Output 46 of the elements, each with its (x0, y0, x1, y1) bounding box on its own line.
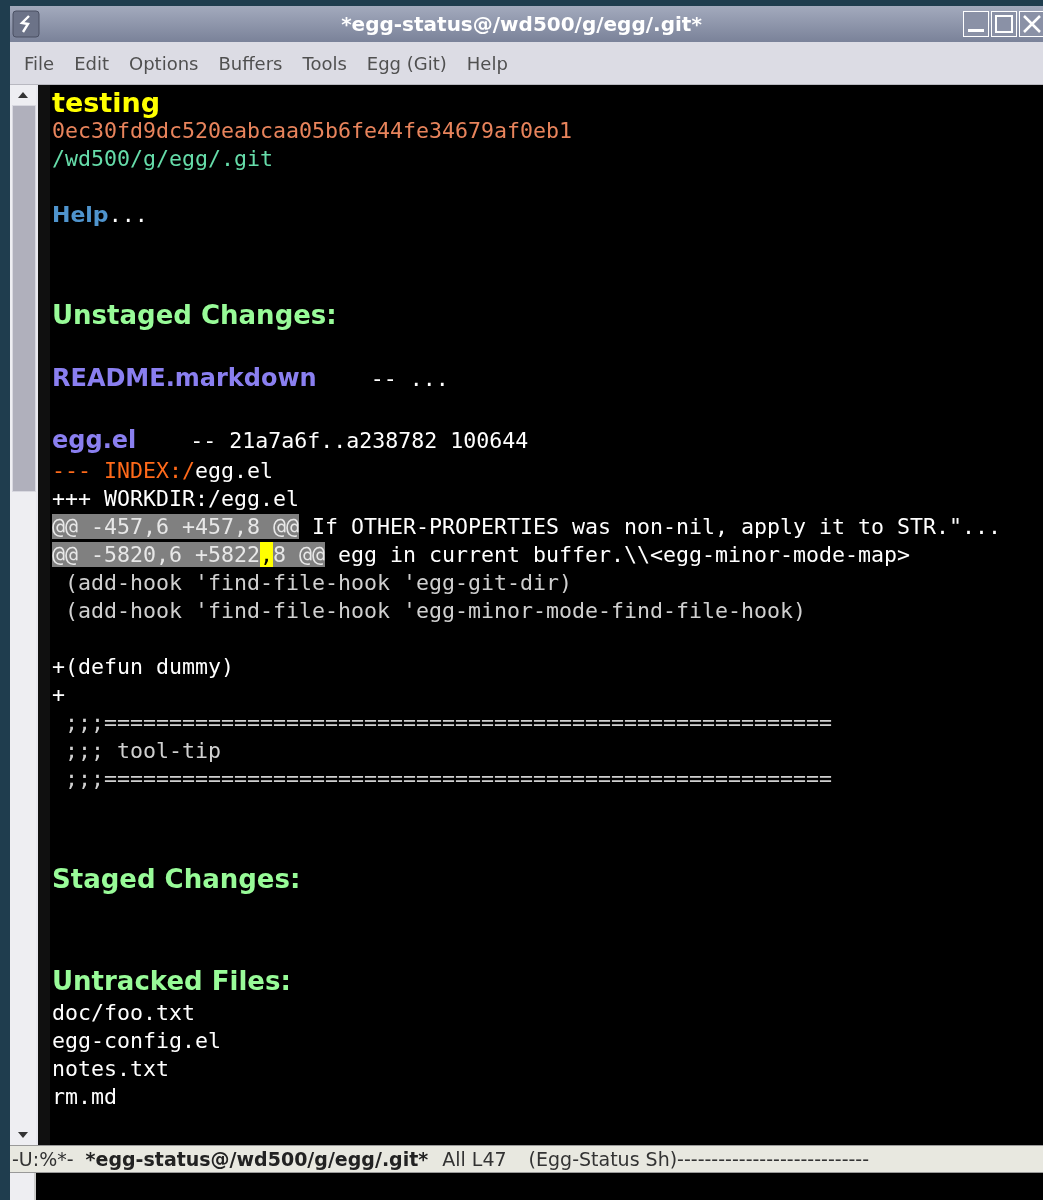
file-info: -- 21a7a6f..a238782 100644 (190, 427, 529, 453)
diff-line: ;;;======================================================== (64, 765, 834, 793)
hunk-line[interactable]: @@ -5820,6 +5822,8 @@ egg in current buffer.\\<egg-minor-mode-map> (52, 541, 1043, 569)
diff-line: +(defun dummy) (52, 653, 235, 681)
menu-item[interactable]: Buffers (208, 52, 293, 74)
file-info: -- ... (370, 365, 449, 391)
scrollbar-thumb[interactable] (12, 105, 36, 492)
menu-item[interactable]: Help (456, 52, 518, 74)
maximize-button[interactable] (991, 11, 1017, 37)
hunk-line[interactable]: @@ -457,6 +457,8 @@ If OTHER-PROPERTIES was non-nil, apply it to STR."... (52, 513, 1043, 541)
untracked-file[interactable]: notes.txt (52, 1055, 1043, 1083)
diff-line: + (52, 681, 66, 709)
menu-item[interactable]: Edit (64, 52, 119, 74)
section-heading: Unstaged Changes: (52, 299, 338, 332)
ellipsis-text: ... (108, 202, 148, 227)
buffer-state: -U:%*- (12, 1148, 74, 1170)
commit-hash: 0ec30fd9dc520eabcaa05b6fe44fe34679af0eb1 (52, 118, 574, 145)
untracked-file[interactable]: doc/foo.txt (52, 999, 1043, 1027)
menu-item[interactable]: Options (119, 52, 209, 74)
major-mode: (Egg-Status Sh)---------------------------- (528, 1148, 870, 1170)
untracked-file[interactable]: egg-config.el (52, 1027, 1043, 1055)
untracked-file[interactable]: rm.md (52, 1083, 1043, 1111)
file-name[interactable]: egg.el (52, 426, 137, 454)
line-position: All L47 (442, 1148, 507, 1170)
scrollbar[interactable] (10, 85, 38, 1145)
menu-item[interactable]: File (14, 52, 65, 74)
diff-line: ;;; tool-tip (64, 737, 222, 765)
menu-item[interactable]: Egg (Git) (356, 52, 457, 74)
minibuffer-scrollbar[interactable] (10, 1173, 36, 1200)
diff-line: +++ WORKDIR:/egg.el (52, 485, 300, 513)
git-dir-path: /wd500/g/egg/.git (52, 145, 274, 173)
diff-line: ;;;======================================================== (64, 709, 834, 737)
diff-line: (add-hook 'find-file-hook 'egg-git-dir) (64, 569, 574, 597)
diff-line: --- INDEX:/egg.el (52, 457, 275, 485)
branch-name: testing (52, 89, 161, 117)
minimize-button[interactable] (963, 11, 989, 37)
file-name[interactable]: README.markdown (52, 364, 317, 392)
close-button[interactable] (1019, 11, 1043, 37)
section-heading: Staged Changes: (52, 863, 302, 896)
help-link[interactable]: Help (52, 202, 109, 227)
app-icon[interactable] (12, 10, 40, 38)
menu-item[interactable]: Tools (292, 52, 357, 74)
section-heading: Untracked Files: (52, 965, 292, 998)
diff-line: (add-hook 'find-file-hook 'egg-minor-mode-find-file-hook) (64, 597, 808, 625)
window-title: *egg-status@/wd500/g/egg/.git* (340, 12, 703, 36)
buffer-name: *egg-status@/wd500/g/egg/.git* (85, 1148, 429, 1170)
